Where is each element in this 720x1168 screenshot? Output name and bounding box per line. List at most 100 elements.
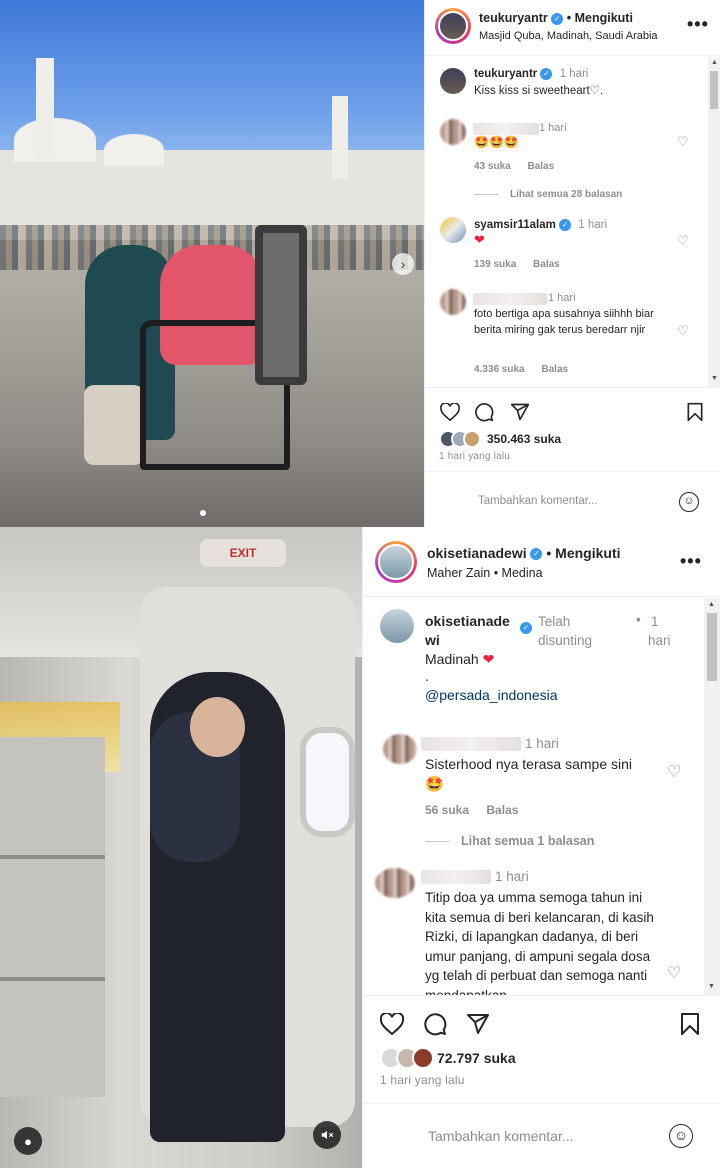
comment-likes[interactable]: 43 suka bbox=[474, 161, 511, 172]
comments-scrollbar[interactable]: ▲ ▼ bbox=[704, 598, 720, 995]
audio-location-link[interactable]: Maher Zain • Medina bbox=[427, 566, 543, 580]
like-comment-icon[interactable]: ♡ bbox=[677, 134, 689, 150]
caption-username[interactable]: teukuryantr bbox=[474, 68, 537, 80]
likes-count[interactable]: 350.463 suka bbox=[487, 432, 561, 446]
like-comment-icon[interactable]: ♡ bbox=[667, 963, 681, 983]
father-legs bbox=[84, 385, 144, 465]
share-icon[interactable] bbox=[464, 1010, 492, 1038]
scroll-thumb[interactable] bbox=[710, 71, 718, 109]
commenter-username[interactable] bbox=[473, 293, 547, 305]
likes-count[interactable]: 72.797 suka bbox=[437, 1050, 516, 1066]
username[interactable]: okisetianadewi bbox=[427, 545, 527, 561]
liker-avatars[interactable] bbox=[439, 430, 481, 448]
comments-list: teukuryantr ✓ 1 hari Kiss kiss si sweeth… bbox=[425, 57, 720, 387]
post-okisetianadewi: EXIT ● okisetianadewi ✓ • Mengikuti Mahe… bbox=[0, 527, 720, 1168]
mosque-dome bbox=[14, 118, 96, 162]
like-icon[interactable] bbox=[378, 1010, 406, 1038]
post-actions: 72.797 suka 1 hari yang lalu bbox=[363, 995, 720, 1103]
follow-status-button[interactable]: Mengikuti bbox=[555, 545, 620, 561]
commenter-avatar[interactable] bbox=[375, 868, 415, 898]
mosque-dome bbox=[104, 134, 164, 166]
tagged-user-button[interactable]: ● bbox=[14, 1127, 42, 1155]
mute-button[interactable] bbox=[313, 1121, 341, 1149]
user-icon: ● bbox=[24, 1133, 32, 1149]
add-comment-bar: Tambahkan komentar... ☺ bbox=[363, 1103, 720, 1168]
comment-text: foto bertiga apa susahnya siihhh biar be… bbox=[474, 308, 654, 336]
verified-icon: ✓ bbox=[540, 68, 553, 80]
scroll-up-icon[interactable]: ▲ bbox=[708, 601, 715, 608]
caption-time: 1 bbox=[651, 614, 659, 629]
add-comment-input[interactable]: Tambahkan komentar... bbox=[428, 1128, 574, 1144]
commenter-avatar[interactable] bbox=[440, 217, 466, 243]
username[interactable]: teukuryantr bbox=[479, 11, 548, 25]
caption-username[interactable]: okisetianade bbox=[425, 612, 510, 631]
commenter-avatar[interactable] bbox=[440, 119, 466, 145]
avatar[interactable] bbox=[375, 541, 417, 583]
comment-emoji: 🤩 bbox=[425, 776, 444, 793]
avatar bbox=[463, 430, 481, 448]
minaret bbox=[36, 58, 54, 158]
scroll-up-icon[interactable]: ▲ bbox=[711, 59, 718, 66]
reply-button[interactable]: Balas bbox=[486, 803, 518, 817]
follow-status-button[interactable]: Mengikuti bbox=[575, 11, 633, 25]
caption-username-cont[interactable]: wi bbox=[425, 631, 510, 650]
comment-likes[interactable]: 4.336 suka bbox=[474, 364, 525, 375]
post-side-panel: okisetianadewi ✓ • Mengikuti Maher Zain … bbox=[362, 527, 720, 1168]
caption-time: 1 hari bbox=[559, 68, 589, 81]
more-options-icon[interactable]: ••• bbox=[687, 14, 709, 35]
comment-likes[interactable]: 56 suka bbox=[425, 803, 469, 817]
bookmark-icon[interactable] bbox=[676, 1010, 704, 1038]
galley-cart bbox=[0, 737, 105, 1097]
avatar[interactable] bbox=[380, 609, 414, 643]
like-comment-icon[interactable]: ♡ bbox=[677, 233, 689, 249]
reply-button[interactable]: Balas bbox=[533, 259, 560, 270]
post-teukuryantr: › teukuryantr ✓ • Mengikuti Masjid Quba,… bbox=[0, 0, 720, 527]
commenter-avatar[interactable] bbox=[440, 289, 466, 315]
emoji-icon[interactable]: ☺ bbox=[679, 492, 699, 512]
commenter-username[interactable] bbox=[473, 123, 539, 135]
like-comment-icon[interactable]: ♡ bbox=[677, 323, 689, 339]
muted-speaker-icon bbox=[321, 1130, 334, 1140]
commenter-username[interactable] bbox=[421, 870, 491, 884]
caption-dot: . bbox=[425, 668, 429, 684]
scroll-down-icon[interactable]: ▼ bbox=[711, 375, 718, 382]
edited-label-cont: disunting bbox=[538, 633, 593, 648]
view-replies-button[interactable]: Lihat semua 1 balasan bbox=[425, 834, 594, 848]
post-date[interactable]: 1 hari yang lalu bbox=[439, 451, 510, 462]
view-replies-button[interactable]: Lihat semua 28 balasan bbox=[474, 189, 622, 200]
comment-text: ❤ bbox=[474, 232, 485, 247]
mention-link[interactable]: @persada_indonesia bbox=[425, 687, 558, 703]
bookmark-icon[interactable] bbox=[683, 400, 707, 424]
emoji-icon[interactable]: ☺ bbox=[669, 1124, 693, 1148]
avatar[interactable] bbox=[435, 8, 471, 44]
reply-button[interactable]: Balas bbox=[527, 161, 554, 172]
next-photo-button[interactable]: › bbox=[392, 253, 414, 275]
carousel-dot bbox=[200, 510, 206, 516]
comment-time: 1 hari bbox=[578, 219, 608, 232]
edited-label: Telah bbox=[538, 614, 571, 629]
more-options-icon[interactable]: ••• bbox=[680, 551, 702, 572]
scroll-thumb[interactable] bbox=[707, 613, 717, 681]
post-photo[interactable]: › bbox=[0, 0, 424, 527]
add-comment-input[interactable]: Tambahkan komentar... bbox=[478, 495, 598, 507]
comment-likes[interactable]: 139 suka bbox=[474, 259, 516, 270]
comment-icon[interactable] bbox=[421, 1010, 449, 1038]
comment-icon[interactable] bbox=[472, 400, 496, 424]
comment-time: 1 hari bbox=[495, 869, 529, 884]
share-icon[interactable] bbox=[508, 400, 532, 424]
commenter-username[interactable]: syamsir11alam bbox=[474, 219, 556, 231]
liker-avatars[interactable] bbox=[380, 1047, 434, 1069]
like-comment-icon[interactable]: ♡ bbox=[667, 762, 681, 782]
commenter-username[interactable] bbox=[421, 737, 521, 751]
commenter-avatar[interactable] bbox=[383, 734, 417, 764]
avatar[interactable] bbox=[440, 68, 466, 94]
verified-icon: ✓ bbox=[559, 219, 572, 231]
like-icon[interactable] bbox=[438, 400, 462, 424]
post-video[interactable]: EXIT ● bbox=[0, 527, 362, 1168]
post-date[interactable]: 1 hari yang lalu bbox=[380, 1073, 465, 1087]
comments-scrollbar[interactable]: ▲ ▼ bbox=[708, 57, 720, 387]
scroll-down-icon[interactable]: ▼ bbox=[708, 983, 715, 990]
location-link[interactable]: Masjid Quba, Madinah, Saudi Arabia bbox=[479, 30, 658, 42]
stroller-back bbox=[255, 225, 307, 385]
reply-button[interactable]: Balas bbox=[541, 364, 568, 375]
